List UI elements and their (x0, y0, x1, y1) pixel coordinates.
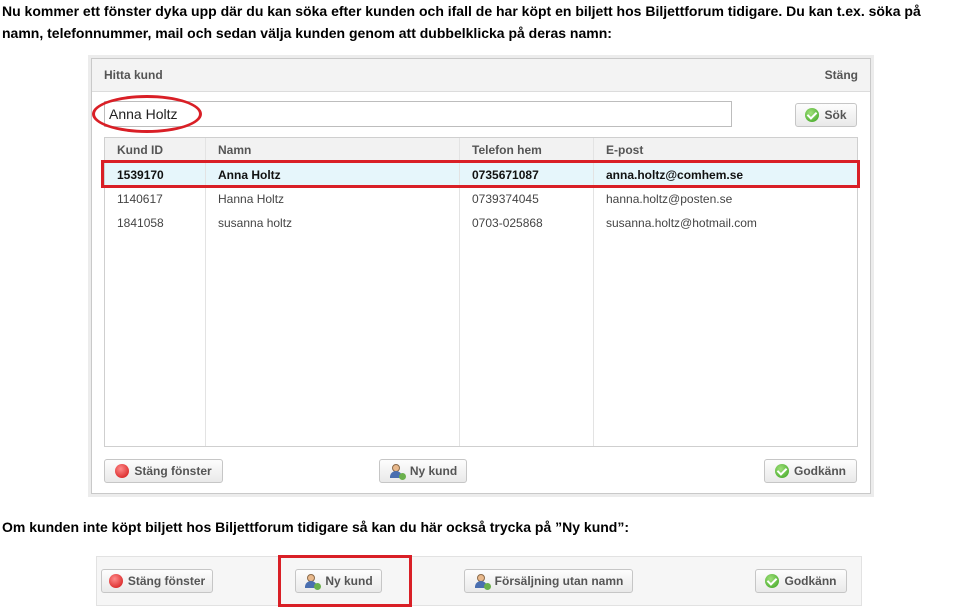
close-window-button-label: Stäng fönster (134, 464, 212, 478)
table-row[interactable]: 1140617 Hanna Holtz 0739374045 hanna.hol… (105, 187, 857, 211)
highlight-rectangle (278, 555, 412, 607)
approve-button[interactable]: Godkänn (755, 569, 847, 593)
approve-button-label: Godkänn (784, 574, 837, 588)
cell-email: hanna.holtz@posten.se (606, 192, 733, 206)
close-window-button[interactable]: Stäng fönster (101, 569, 213, 593)
cell-name: susanna holtz (205, 211, 460, 235)
column-header-email[interactable]: E-post (593, 138, 857, 163)
close-window-button[interactable]: Stäng fönster (104, 459, 223, 483)
check-icon (774, 464, 789, 478)
search-button[interactable]: Sök (795, 103, 857, 127)
outro-text: Om kunden inte köpt biljett hos Biljettf… (2, 519, 630, 535)
dialog-close-link[interactable]: Stäng (825, 68, 858, 82)
check-icon (765, 574, 780, 588)
cell-name: Hanna Holtz (205, 187, 460, 211)
dialog-title: Hitta kund (104, 68, 163, 82)
cell-phone: 0703-025868 (459, 211, 594, 235)
highlight-rectangle (101, 160, 860, 188)
approve-button-label: Godkänn (793, 464, 846, 478)
approve-button[interactable]: Godkänn (764, 459, 857, 483)
new-customer-button-label: Ny kund (409, 464, 458, 478)
add-user-icon (389, 463, 406, 480)
user-icon (474, 573, 491, 590)
column-header-name[interactable]: Namn (205, 138, 460, 163)
cell-id: 1841058 (105, 211, 206, 235)
stop-icon (108, 574, 123, 588)
sale-without-name-button-label: Försäljning utan namn (494, 574, 624, 588)
table-header-row: Kund ID Namn Telefon hem E-post (105, 138, 857, 163)
close-window-button-label: Stäng fönster (127, 574, 206, 588)
intro-text: Nu kommer ett fönster dyka upp där du ka… (2, 3, 921, 41)
search-button-label: Sök (824, 108, 847, 122)
cell-id: 1140617 (105, 187, 206, 211)
stop-icon (115, 464, 130, 478)
cell-phone: 0739374045 (459, 187, 594, 211)
sale-without-name-button[interactable]: Försäljning utan namn (464, 569, 633, 593)
find-customer-dialog: Hitta kund Stäng Sök Kund ID Namn Telefo… (91, 58, 871, 494)
new-customer-button[interactable]: Ny kund (379, 459, 467, 483)
column-header-id[interactable]: Kund ID (105, 138, 206, 163)
table-row[interactable]: 1841058 susanna holtz 0703-025868 susann… (105, 211, 857, 235)
dialog-header: Hitta kund Stäng (92, 59, 870, 92)
bottom-button-strip: Stäng fönster Ny kund Försäljning utan n… (96, 556, 862, 606)
check-icon (805, 108, 820, 122)
cell-email: susanna.holtz@hotmail.com (606, 216, 757, 230)
highlight-ellipse (92, 95, 202, 133)
column-header-phone[interactable]: Telefon hem (459, 138, 594, 163)
